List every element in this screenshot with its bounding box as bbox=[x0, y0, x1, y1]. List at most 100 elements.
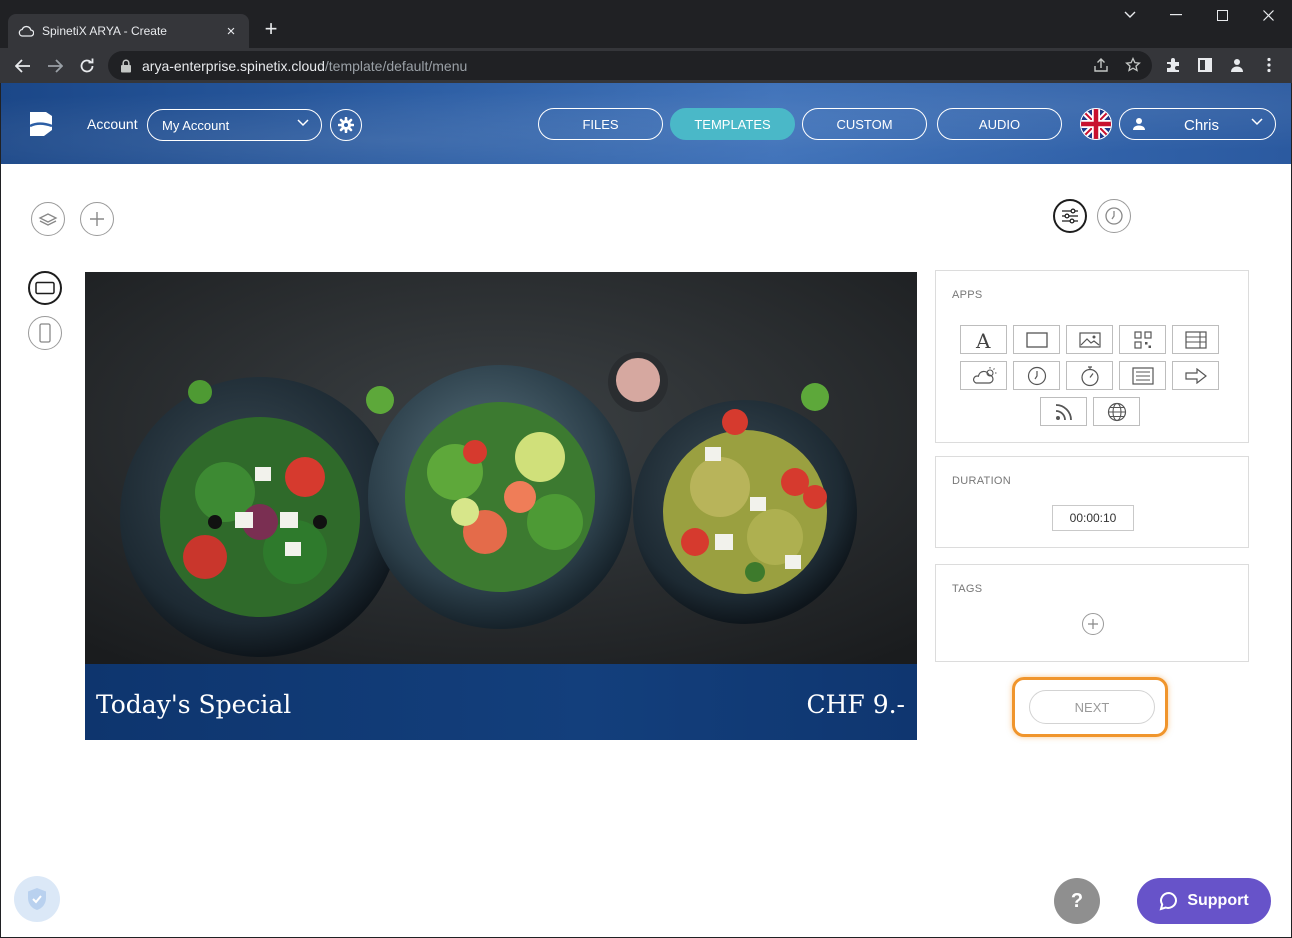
tags-panel: TAGS bbox=[935, 564, 1249, 662]
main-content: Today's Special CHF 9.- APPS A DURATION … bbox=[1, 164, 1291, 937]
plus-icon bbox=[90, 212, 104, 226]
apps-panel: APPS A bbox=[935, 270, 1249, 443]
user-icon bbox=[1133, 118, 1145, 130]
add-tag-button[interactable] bbox=[1082, 613, 1104, 635]
app-timer[interactable] bbox=[1066, 361, 1113, 390]
cloud-icon bbox=[18, 23, 34, 39]
portrait-orientation-button[interactable] bbox=[28, 316, 62, 350]
settings-button[interactable] bbox=[330, 109, 362, 141]
sliders-icon bbox=[1062, 208, 1078, 224]
extensions-icon bbox=[1167, 58, 1179, 72]
address-bar[interactable]: arya-enterprise.spinetix.cloud/template/… bbox=[108, 51, 1152, 80]
chat-bubble-icon bbox=[1159, 891, 1178, 911]
weather-icon bbox=[972, 366, 996, 384]
shield-icon bbox=[28, 888, 46, 910]
layers-icon bbox=[38, 213, 58, 226]
app-list[interactable] bbox=[1119, 361, 1166, 390]
nav-templates[interactable]: TEMPLATES bbox=[670, 108, 795, 140]
template-preview[interactable]: Today's Special CHF 9.- bbox=[85, 272, 917, 740]
back-button[interactable] bbox=[10, 53, 36, 79]
reload-button[interactable] bbox=[74, 53, 100, 79]
landscape-orientation-button[interactable] bbox=[28, 271, 62, 305]
support-button[interactable]: Support bbox=[1137, 878, 1271, 924]
timer-icon bbox=[1080, 365, 1099, 386]
duration-input[interactable]: 00:00:10 bbox=[1052, 505, 1134, 531]
tab-title: SpinetiX ARYA - Create bbox=[42, 24, 167, 38]
gear-icon bbox=[338, 117, 354, 133]
clock-icon bbox=[1105, 207, 1123, 225]
nav-audio[interactable]: AUDIO bbox=[937, 108, 1062, 140]
browser-titlebar: SpinetiX ARYA - Create × + bbox=[0, 0, 1292, 48]
forward-button[interactable] bbox=[42, 53, 68, 79]
history-button[interactable] bbox=[1097, 199, 1131, 233]
app-shape[interactable] bbox=[1013, 325, 1060, 354]
extensions-button[interactable] bbox=[1164, 56, 1182, 74]
chevron-down-icon bbox=[1251, 118, 1263, 126]
minimize-button[interactable] bbox=[1153, 0, 1199, 30]
close-window-button[interactable] bbox=[1245, 0, 1291, 30]
preview-price: CHF 9.- bbox=[806, 690, 905, 719]
app-clock[interactable] bbox=[1013, 361, 1060, 390]
bookmark-button[interactable] bbox=[1124, 56, 1142, 74]
user-select[interactable]: Chris bbox=[1119, 108, 1276, 140]
app-qrcode[interactable] bbox=[1119, 325, 1166, 354]
svg-text:A: A bbox=[975, 330, 991, 350]
app-image[interactable] bbox=[1066, 325, 1113, 354]
sidepanel-button[interactable] bbox=[1196, 56, 1214, 74]
account-select-value: My Account bbox=[162, 117, 230, 133]
maximize-icon bbox=[1216, 9, 1228, 21]
spinetix-logo-icon[interactable] bbox=[27, 109, 55, 139]
browser-tab[interactable]: SpinetiX ARYA - Create × bbox=[8, 14, 249, 48]
layers-button[interactable] bbox=[31, 202, 65, 236]
language-button[interactable] bbox=[1080, 108, 1112, 140]
account-select[interactable]: My Account bbox=[147, 109, 322, 141]
new-tab-button[interactable]: + bbox=[258, 17, 284, 43]
table-icon bbox=[1184, 330, 1207, 349]
shape-icon bbox=[1025, 331, 1048, 348]
app-table[interactable] bbox=[1172, 325, 1219, 354]
next-button[interactable]: NEXT bbox=[1029, 690, 1155, 724]
chevron-down-icon bbox=[297, 119, 309, 127]
lock-icon bbox=[120, 59, 134, 73]
forward-icon bbox=[48, 59, 63, 73]
uk-flag-icon bbox=[1081, 109, 1111, 139]
plus-icon bbox=[1088, 619, 1098, 629]
account-label: Account bbox=[87, 116, 138, 132]
qrcode-icon bbox=[1133, 330, 1152, 349]
settings-panel-button[interactable] bbox=[1053, 199, 1087, 233]
app-arrow[interactable] bbox=[1172, 361, 1219, 390]
app-web[interactable] bbox=[1093, 397, 1140, 426]
text-icon: A bbox=[975, 330, 991, 350]
share-icon bbox=[1094, 58, 1108, 72]
sidepanel-icon bbox=[1198, 58, 1212, 72]
minimize-icon bbox=[1170, 14, 1182, 16]
app-rss[interactable] bbox=[1040, 397, 1087, 426]
tab-close-button[interactable]: × bbox=[223, 23, 239, 40]
app-header: Account My Account FILES TEMPLATES CUSTO… bbox=[1, 83, 1291, 164]
browser-menu-button[interactable] bbox=[1260, 56, 1278, 74]
profile-icon bbox=[1231, 59, 1243, 72]
landscape-icon bbox=[35, 281, 55, 295]
app-text[interactable]: A bbox=[960, 325, 1007, 354]
image-icon bbox=[1078, 331, 1101, 348]
menu-icon bbox=[1267, 57, 1271, 73]
maximize-button[interactable] bbox=[1199, 0, 1245, 30]
add-button[interactable] bbox=[80, 202, 114, 236]
share-button[interactable] bbox=[1092, 56, 1110, 74]
tab-search-button[interactable] bbox=[1107, 0, 1153, 30]
browser-toolbar: arya-enterprise.spinetix.cloud/template/… bbox=[0, 48, 1292, 83]
nav-custom[interactable]: CUSTOM bbox=[802, 108, 927, 140]
privacy-shield-button[interactable] bbox=[14, 876, 60, 922]
support-label: Support bbox=[1187, 892, 1249, 909]
clock-icon bbox=[1027, 366, 1046, 385]
list-icon bbox=[1131, 366, 1154, 385]
web-icon bbox=[1107, 402, 1126, 421]
help-button[interactable]: ? bbox=[1054, 878, 1100, 924]
user-name: Chris bbox=[1184, 117, 1220, 134]
preview-banner: Today's Special CHF 9.- bbox=[85, 664, 917, 740]
profile-button[interactable] bbox=[1228, 56, 1246, 74]
app-weather[interactable] bbox=[960, 361, 1007, 390]
food-photo-image bbox=[85, 272, 917, 664]
nav-files[interactable]: FILES bbox=[538, 108, 663, 140]
back-icon bbox=[15, 59, 30, 73]
